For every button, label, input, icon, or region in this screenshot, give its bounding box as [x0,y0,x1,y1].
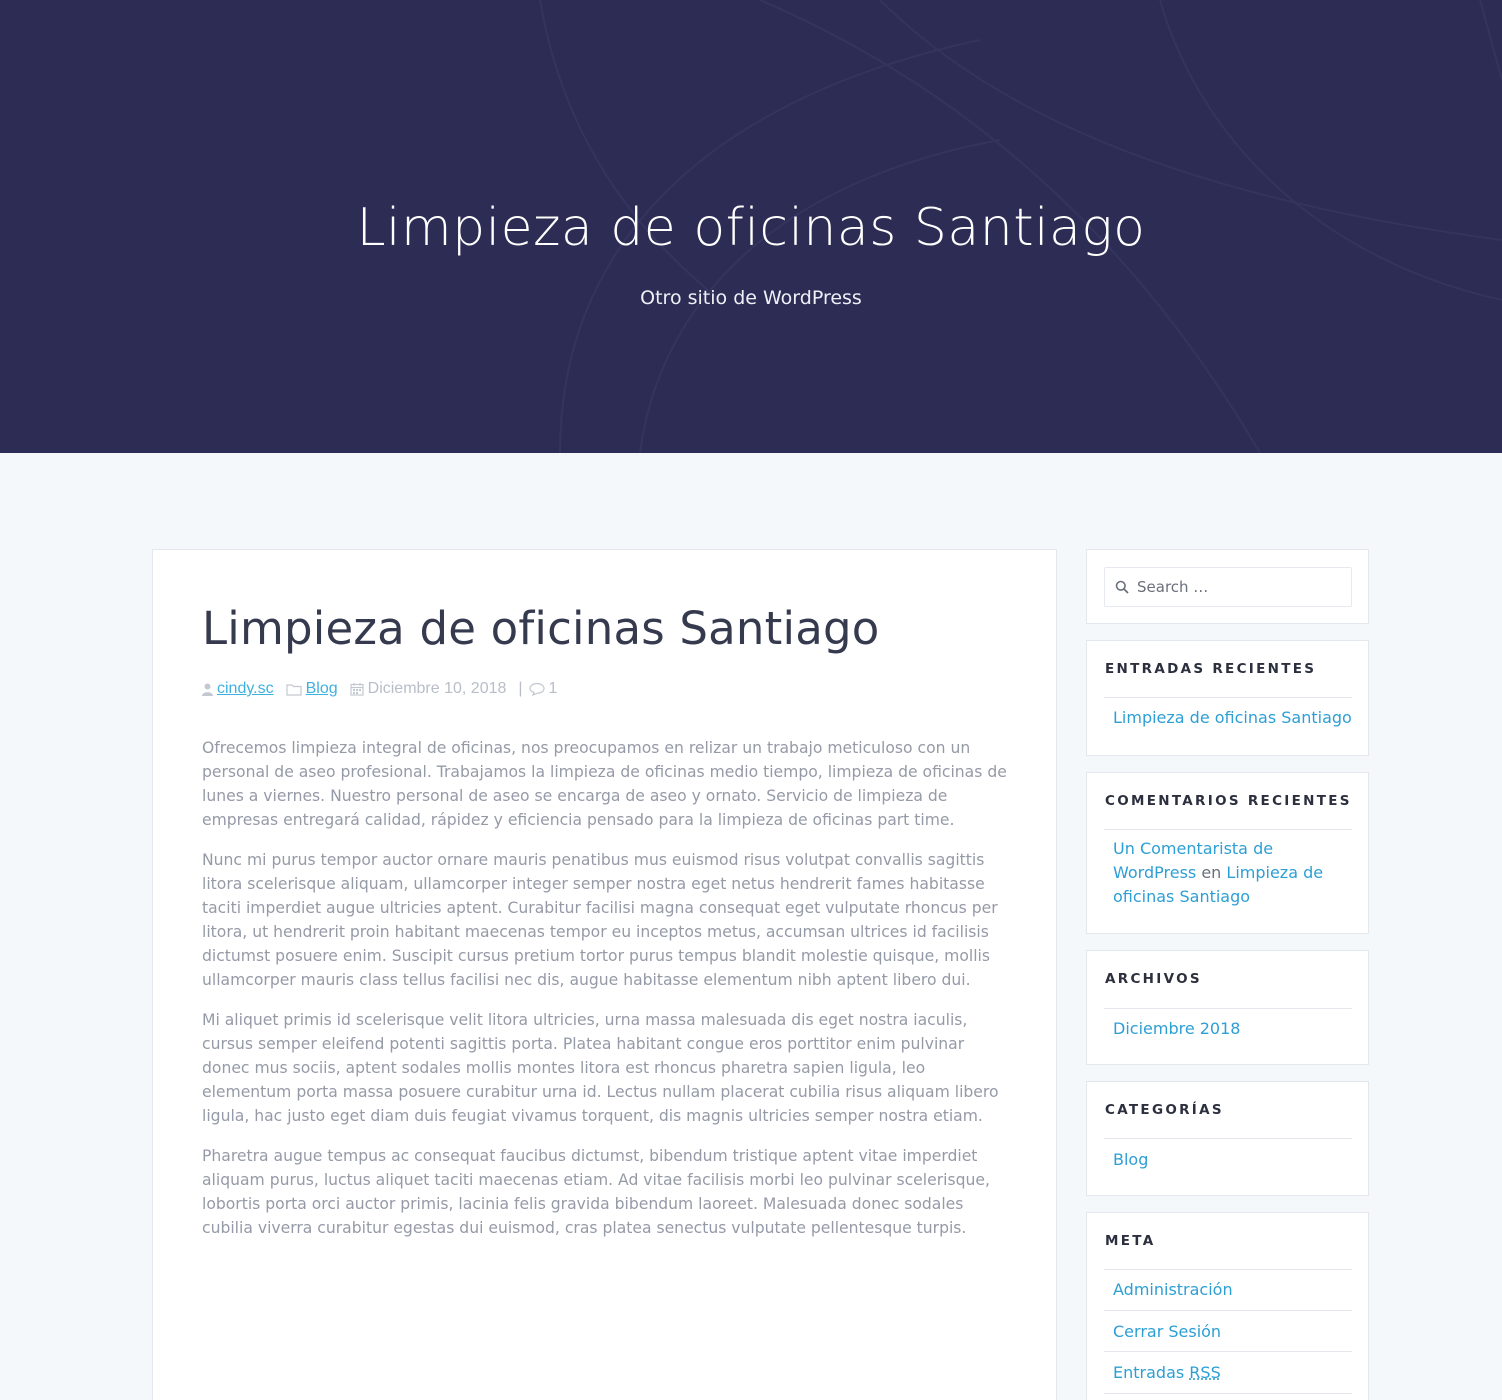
category-link[interactable]: Blog [1113,1148,1148,1172]
meta-widget: META Administración Cerrar Sesión Entrad… [1086,1212,1369,1400]
archive-link[interactable]: Diciembre 2018 [1113,1017,1240,1041]
widget-divider [1104,1008,1352,1009]
post-category-link[interactable]: Blog [306,680,338,698]
widget-divider [1104,1351,1352,1352]
recent-comments-title: COMENTARIOS RECIENTES [1105,793,1352,809]
recent-comment-item: Un Comentarista de WordPress en Limpieza… [1113,837,1333,909]
widget-divider [1104,1310,1352,1311]
search-widget [1086,549,1369,624]
site-title[interactable]: Limpieza de oficinas Santiago [0,198,1502,258]
site-tagline: Otro sitio de WordPress [0,287,1502,309]
post-paragraph: Nunc mi purus tempor auctor ornare mauri… [202,848,1012,992]
post-paragraph: Ofrecemos limpieza integral de oficinas,… [202,736,1012,832]
post-card: Limpieza de oficinas Santiago cindy.sc B… [152,549,1057,1400]
rss-prefix: Entradas [1113,1363,1184,1382]
post-content: Ofrecemos limpieza integral de oficinas,… [202,736,1012,1256]
post-paragraph: Mi aliquet primis id scelerisque velit l… [202,1008,1012,1128]
widget-divider [1104,1138,1352,1139]
recent-posts-title: ENTRADAS RECIENTES [1105,661,1316,677]
comment-connector: en [1201,863,1221,882]
archives-widget: ARCHIVOS Diciembre 2018 [1086,950,1369,1065]
archives-title: ARCHIVOS [1105,971,1202,987]
categories-widget: CATEGORÍAS Blog [1086,1081,1369,1196]
widget-divider [1104,829,1352,830]
calendar-icon [350,682,364,696]
search-input[interactable] [1137,568,1347,606]
post-title: Limpieza de oficinas Santiago [202,602,879,655]
site-header: Limpieza de oficinas Santiago Otro sitio… [0,0,1502,453]
recent-comments-widget: COMENTARIOS RECIENTES Un Comentarista de… [1086,772,1369,934]
meta-logout-link[interactable]: Cerrar Sesión [1113,1320,1221,1344]
comment-icon [529,682,545,696]
post-comment-count[interactable]: 1 [549,680,558,698]
recent-post-link[interactable]: Limpieza de oficinas Santiago [1113,706,1352,730]
post-date: Diciembre 10, 2018 [368,680,507,698]
search-icon [1115,580,1129,594]
post-paragraph: Pharetra augue tempus ac consequat fauci… [202,1144,1012,1240]
recent-posts-widget: ENTRADAS RECIENTES Limpieza de oficinas … [1086,640,1369,756]
meta-title: META [1105,1233,1155,1249]
meta-separator: | [518,680,522,698]
rss-abbr: RSS [1189,1363,1220,1382]
widget-divider [1104,1269,1352,1270]
meta-admin-link[interactable]: Administración [1113,1278,1233,1302]
categories-title: CATEGORÍAS [1105,1102,1224,1118]
search-form[interactable] [1104,567,1352,607]
user-icon [202,683,213,696]
meta-rss-link[interactable]: Entradas RSS [1113,1361,1221,1385]
widget-divider [1104,697,1352,698]
widget-divider [1104,1393,1352,1394]
post-meta: cindy.sc Blog Diciembre 10, 2018 | 1 [202,680,557,698]
folder-icon [286,683,302,696]
post-author-link[interactable]: cindy.sc [217,680,274,698]
